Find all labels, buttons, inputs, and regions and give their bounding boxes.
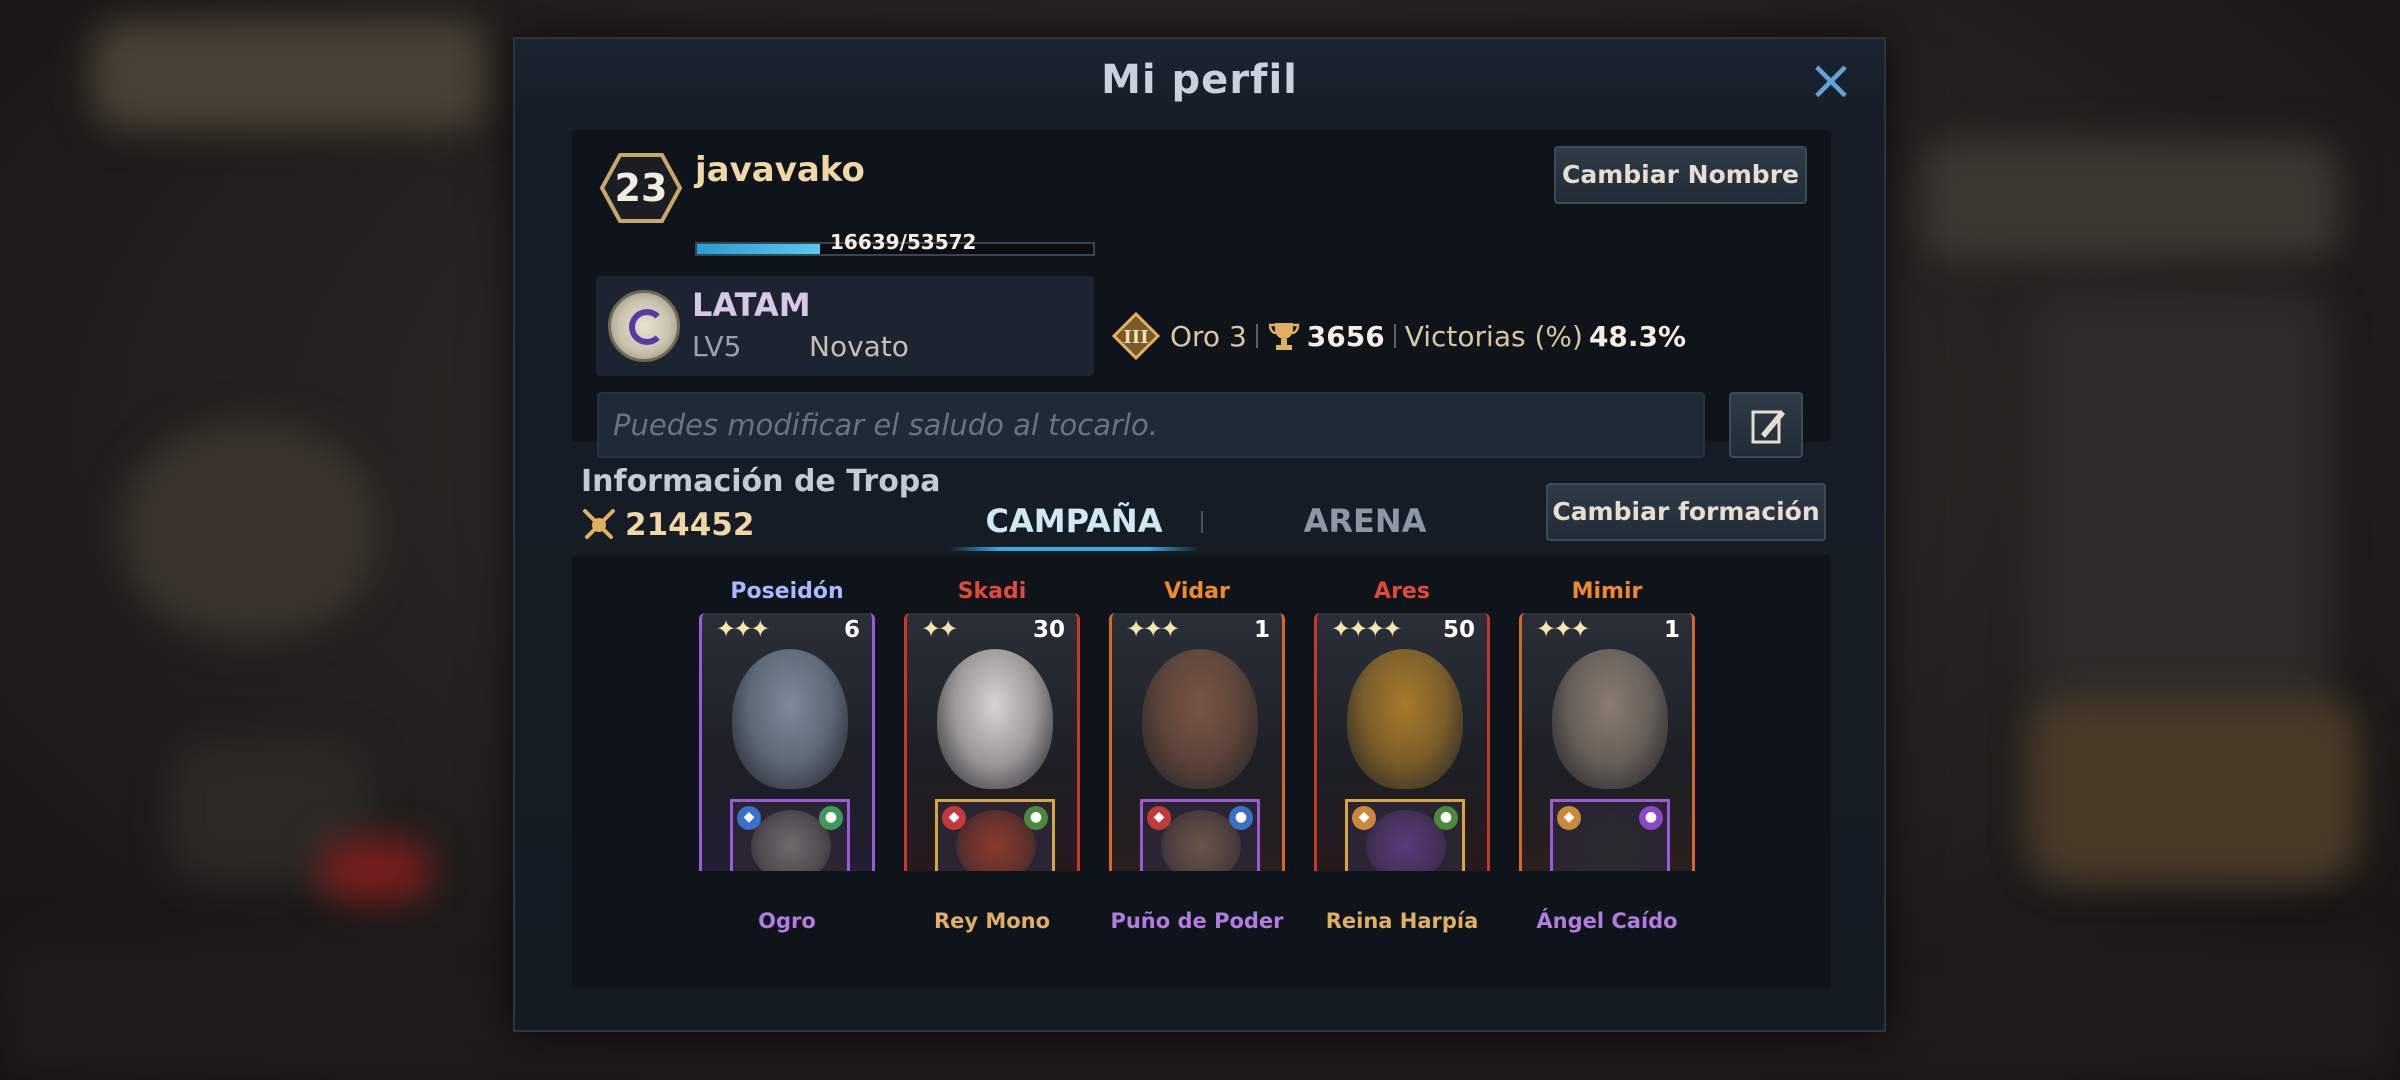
profile-modal: Mi perfil × 23 javavako 16639/53572 Camb… bbox=[513, 37, 1886, 1032]
pet-name: Ogro bbox=[758, 909, 816, 933]
player-name: javavako bbox=[695, 150, 865, 190]
pet-card[interactable]: ◆ ● ★★★★★ 60 bbox=[1140, 799, 1260, 871]
league-name: Oro 3 bbox=[1170, 319, 1247, 353]
guild-level: LV5 bbox=[692, 330, 742, 363]
hero-card[interactable]: Poseidón ✦✦✦ 6 ◆ ● ★★★★★ 60 Ogro bbox=[697, 579, 877, 959]
pet-class-icon: ◆ bbox=[942, 806, 966, 830]
hero-face-image bbox=[732, 649, 848, 789]
background-character-blur bbox=[120, 420, 380, 640]
hero-stars: ✦✦ bbox=[921, 615, 958, 643]
hero-name: Poseidón bbox=[730, 579, 844, 604]
pet-name: Puño de Poder bbox=[1110, 909, 1284, 933]
change-formation-button[interactable]: Cambiar formación bbox=[1546, 483, 1826, 541]
svg-text:III: III bbox=[1123, 327, 1148, 348]
troop-power: 214452 bbox=[625, 507, 755, 543]
guild-card[interactable]: LATAM LV5 Novato bbox=[596, 276, 1094, 376]
hero-card[interactable]: Vidar ✦✦✦ 1 ◆ ● ★★★★★ 60 Puño de Poder bbox=[1107, 579, 1287, 959]
hero-name: Vidar bbox=[1164, 579, 1230, 604]
close-icon[interactable]: × bbox=[1806, 53, 1856, 109]
win-rate-label: Victorias (%) bbox=[1404, 319, 1583, 353]
active-tab-indicator bbox=[949, 547, 1199, 551]
edit-greeting-button[interactable] bbox=[1729, 392, 1803, 458]
hero-portrait: ✦✦✦ 6 ◆ ● ★★★★★ 60 bbox=[699, 613, 875, 871]
pet-card[interactable]: ◆ ● ★★★★★ 60 bbox=[730, 799, 850, 871]
pet-element-icon: ● bbox=[1639, 806, 1663, 830]
hero-level: 1 bbox=[1663, 617, 1680, 643]
hero-portrait: ✦✦✦ 1 ◆ ● ★★★★★ 60 bbox=[1519, 613, 1695, 871]
pet-class-icon: ◆ bbox=[737, 806, 761, 830]
trophy-count: 3656 bbox=[1306, 319, 1385, 353]
guild-rank: Novato bbox=[809, 330, 909, 363]
hero-level: 30 bbox=[1032, 617, 1065, 643]
hero-portrait: ✦✦ 30 ◆ ● ★★★★★ 53 bbox=[904, 613, 1080, 871]
hero-stars: ✦✦✦ bbox=[1536, 615, 1590, 643]
profile-panel: 23 javavako 16639/53572 Cambiar Nombre L… bbox=[572, 130, 1831, 458]
hero-stars: ✦✦✦ bbox=[1126, 615, 1180, 643]
pet-class-icon: ◆ bbox=[1352, 806, 1376, 830]
hero-card[interactable]: Ares ✦✦✦✦ 50 ◆ ● ★★★★★ 54 Reina Harpía bbox=[1312, 579, 1492, 959]
pet-element-icon: ● bbox=[1434, 806, 1458, 830]
xp-text: 16639/53572 bbox=[830, 230, 977, 254]
background-badge-blur bbox=[320, 840, 430, 900]
pet-name: Rey Mono bbox=[933, 909, 1051, 933]
trophy-icon bbox=[1268, 323, 1300, 350]
guild-emblem-icon bbox=[608, 290, 680, 362]
hero-name: Ares bbox=[1374, 579, 1430, 604]
guild-name: LATAM bbox=[692, 286, 811, 324]
hero-card[interactable]: Skadi ✦✦ 30 ◆ ● ★★★★★ 53 Rey Mono bbox=[902, 579, 1082, 959]
hero-portrait: ✦✦✦ 1 ◆ ● ★★★★★ 60 bbox=[1109, 613, 1285, 871]
hero-portrait: ✦✦✦✦ 50 ◆ ● ★★★★★ 54 bbox=[1314, 613, 1490, 871]
pet-element-icon: ● bbox=[819, 806, 843, 830]
xp-bar-fill bbox=[697, 244, 820, 254]
hero-face-image bbox=[1552, 649, 1668, 789]
pet-element-icon: ● bbox=[1024, 806, 1048, 830]
troop-info-title: Información de Tropa bbox=[581, 464, 941, 499]
pet-card[interactable]: ◆ ● ★★★★★ 60 bbox=[1550, 799, 1670, 871]
edit-icon bbox=[1751, 410, 1785, 444]
modal-title: Mi perfil bbox=[1101, 57, 1298, 103]
tab-campaign[interactable]: CAMPAÑA bbox=[949, 502, 1199, 540]
power-row: 214452 bbox=[581, 507, 754, 543]
hero-level: 6 bbox=[843, 617, 860, 643]
hero-face-image bbox=[1142, 649, 1258, 789]
level-badge: 23 bbox=[599, 152, 683, 224]
hero-name: Skadi bbox=[957, 579, 1027, 604]
pet-class-icon: ◆ bbox=[1147, 806, 1171, 830]
background-art-blur bbox=[2030, 700, 2360, 880]
greeting-input[interactable]: Puedes modificar el saludo al tocarlo. bbox=[597, 392, 1705, 458]
pet-name: Ángel Caído bbox=[1536, 909, 1678, 933]
tab-arena[interactable]: ARENA bbox=[1215, 502, 1515, 540]
pet-card[interactable]: ◆ ● ★★★★★ 54 bbox=[1345, 799, 1465, 871]
league-badge-icon: III bbox=[1111, 311, 1161, 361]
hero-stars: ✦✦✦✦ bbox=[1331, 615, 1402, 643]
hero-name: Mimir bbox=[1571, 579, 1643, 604]
stat-divider bbox=[1393, 324, 1396, 348]
crossed-swords-icon bbox=[583, 509, 615, 539]
win-rate-value: 48.3% bbox=[1588, 319, 1687, 353]
hero-face-image bbox=[1347, 649, 1463, 789]
pet-card[interactable]: ◆ ● ★★★★★ 53 bbox=[935, 799, 1055, 871]
stat-divider bbox=[1255, 324, 1258, 348]
player-level: 23 bbox=[614, 166, 668, 210]
hero-face-image bbox=[937, 649, 1053, 789]
tab-divider bbox=[1201, 511, 1203, 533]
pet-class-icon: ◆ bbox=[1557, 806, 1581, 830]
team-panel: Poseidón ✦✦✦ 6 ◆ ● ★★★★★ 60 Ogro Skadi ✦… bbox=[572, 555, 1831, 989]
change-name-button[interactable]: Cambiar Nombre bbox=[1554, 146, 1807, 204]
background-banner-blur bbox=[1920, 140, 2340, 260]
hero-card[interactable]: Mimir ✦✦✦ 1 ◆ ● ★★★★★ 60 Ángel Caído bbox=[1517, 579, 1697, 959]
hero-level: 1 bbox=[1253, 617, 1270, 643]
background-hud-blur bbox=[90, 20, 490, 130]
pet-name: Reina Harpía bbox=[1325, 909, 1479, 933]
hero-stars: ✦✦✦ bbox=[716, 615, 770, 643]
hero-level: 50 bbox=[1442, 617, 1475, 643]
stats-row: III Oro 3 3656 Victorias (%) 48.3% bbox=[1111, 311, 1687, 361]
pet-element-icon: ● bbox=[1229, 806, 1253, 830]
